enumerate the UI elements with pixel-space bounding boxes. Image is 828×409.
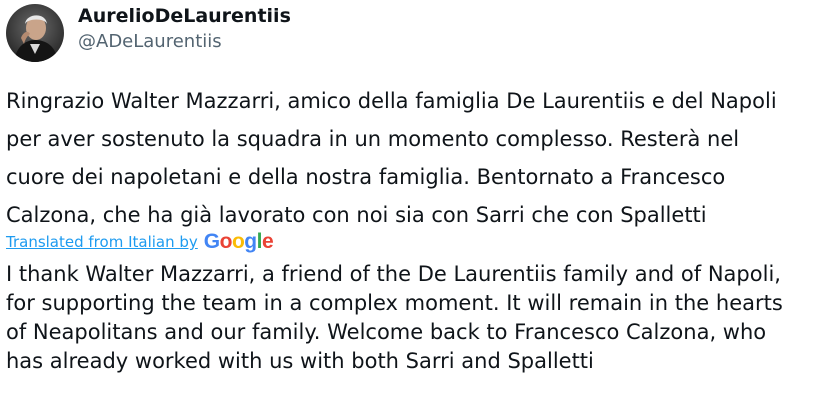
translation-line: of Neapolitans and our family. Welcome b… bbox=[6, 320, 767, 344]
google-logo: Google bbox=[203, 230, 274, 254]
tweet-translation-text: I thank Walter Mazzarri, a friend of the… bbox=[6, 260, 828, 376]
google-logo-letter: g bbox=[244, 230, 257, 253]
tweet-original-text: Ringrazio Walter Mazzarri, amico della f… bbox=[6, 82, 828, 234]
author-display-name[interactable]: AurelioDeLaurentiis bbox=[78, 4, 291, 29]
author-handle[interactable]: @ADeLaurentiis bbox=[78, 29, 291, 55]
tweet-header: AurelioDeLaurentiis @ADeLaurentiis bbox=[6, 3, 291, 63]
avatar[interactable] bbox=[6, 4, 64, 62]
translation-attribution: Translated from Italian by Google bbox=[6, 229, 274, 255]
translation-line: I thank Walter Mazzarri, a friend of the… bbox=[6, 262, 781, 286]
google-logo-letter: o bbox=[219, 230, 233, 253]
original-line: Ringrazio Walter Mazzarri, amico della f… bbox=[6, 89, 777, 113]
original-line: cuore dei napoletani e della nostra fami… bbox=[6, 165, 726, 189]
google-logo-letter: o bbox=[231, 230, 245, 253]
google-logo-letter: e bbox=[261, 230, 274, 253]
translation-line: for supporting the team in a complex mom… bbox=[6, 291, 783, 315]
original-line: per aver sostenuto la squadra in un mome… bbox=[6, 127, 740, 151]
translation-line: has already worked with us with both Sar… bbox=[6, 349, 594, 373]
google-logo-letter: G bbox=[203, 230, 220, 253]
translated-from-link[interactable]: Translated from Italian by bbox=[6, 233, 198, 251]
avatar-photo-icon bbox=[6, 4, 64, 62]
author-names: AurelioDeLaurentiis @ADeLaurentiis bbox=[78, 4, 291, 55]
